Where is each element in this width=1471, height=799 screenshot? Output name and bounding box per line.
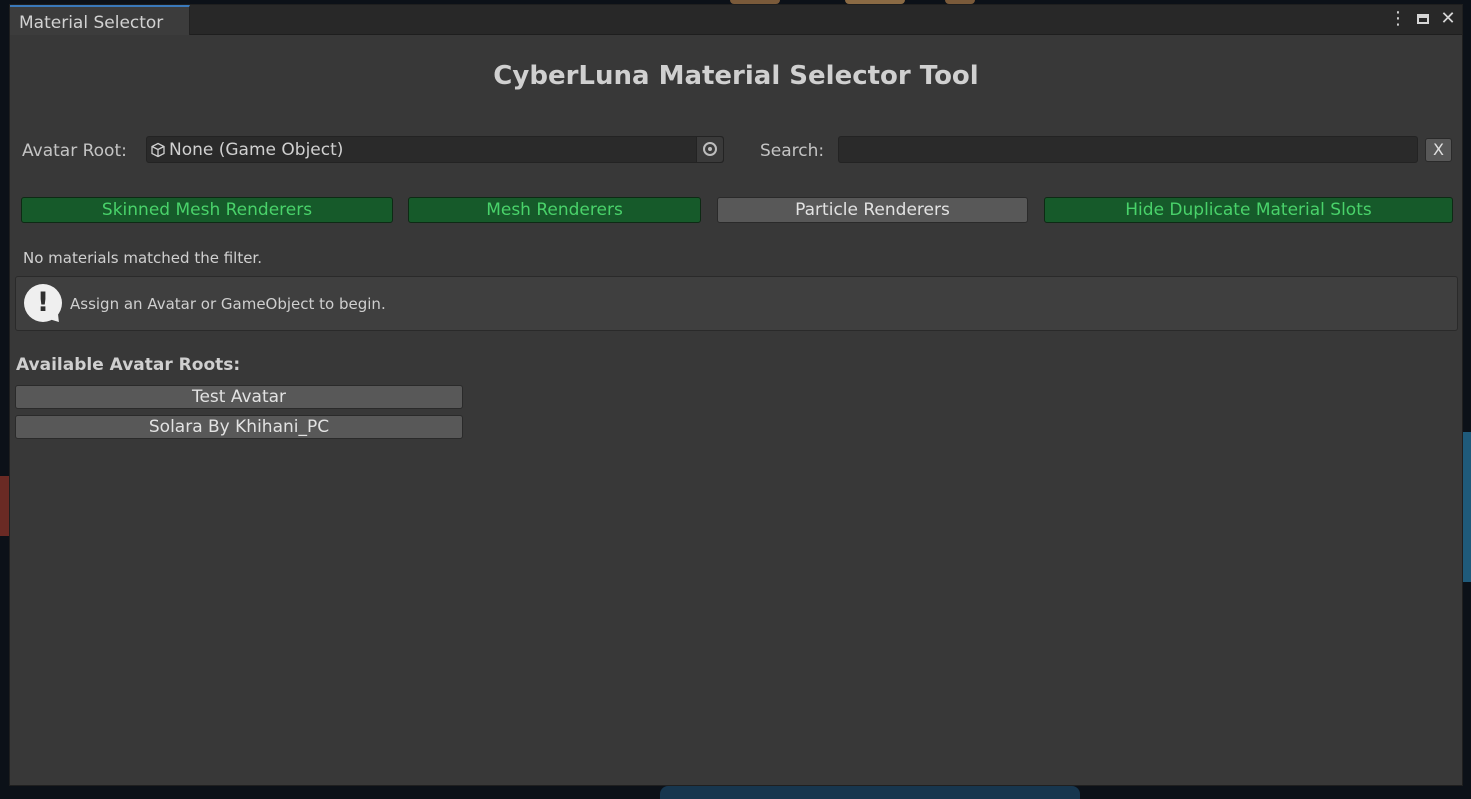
- close-icon[interactable]: ✕: [1437, 7, 1459, 31]
- background-scene: [1463, 432, 1471, 582]
- avatar-root-field[interactable]: None (Game Object): [146, 136, 724, 163]
- avatar-root-button-solara[interactable]: Solara By Khihani_PC: [15, 415, 463, 439]
- kebab-menu-icon[interactable]: ⋮: [1387, 7, 1409, 31]
- particle-renderers-toggle[interactable]: Particle Renderers: [717, 197, 1028, 223]
- status-message: No materials matched the filter.: [23, 249, 262, 267]
- tab-material-selector[interactable]: Material Selector: [10, 5, 190, 35]
- clear-search-button[interactable]: X: [1425, 138, 1452, 162]
- search-input[interactable]: [838, 136, 1418, 163]
- skinned-mesh-renderers-toggle[interactable]: Skinned Mesh Renderers: [21, 197, 393, 223]
- material-selector-window: Material Selector ⋮ ✕ CyberLuna Material…: [9, 4, 1463, 786]
- avatar-root-label: Avatar Root:: [22, 141, 127, 161]
- mesh-renderers-toggle[interactable]: Mesh Renderers: [408, 197, 701, 223]
- available-roots-heading: Available Avatar Roots:: [16, 355, 241, 375]
- help-box: ! Assign an Avatar or GameObject to begi…: [15, 276, 1458, 331]
- hide-duplicate-material-slots-toggle[interactable]: Hide Duplicate Material Slots: [1044, 197, 1453, 223]
- help-message: Assign an Avatar or GameObject to begin.: [70, 295, 386, 313]
- avatar-root-button-test-avatar[interactable]: Test Avatar: [15, 385, 463, 409]
- maximize-icon[interactable]: [1412, 7, 1434, 31]
- info-exclamation-icon: !: [24, 284, 62, 322]
- avatar-root-value: None (Game Object): [169, 140, 344, 160]
- background-scene: [0, 476, 9, 536]
- object-picker-icon[interactable]: [696, 137, 723, 162]
- search-label: Search:: [760, 141, 825, 161]
- tab-bar: Material Selector ⋮ ✕: [10, 5, 1462, 35]
- background-scene: [660, 786, 1080, 799]
- page-title: CyberLuna Material Selector Tool: [493, 61, 979, 91]
- gameobject-cube-icon: [151, 142, 165, 158]
- tab-label: Material Selector: [19, 13, 164, 33]
